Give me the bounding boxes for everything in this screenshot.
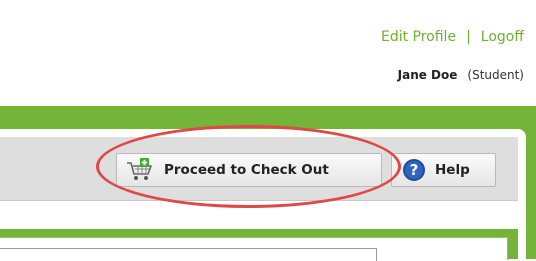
main-panel: Proceed to Check Out ? Help xyxy=(0,129,526,261)
header-separator: | xyxy=(466,29,471,45)
help-label: Help xyxy=(435,162,470,178)
content-box xyxy=(0,248,377,261)
svg-text:?: ? xyxy=(410,161,419,179)
edit-profile-link[interactable]: Edit Profile xyxy=(381,29,456,45)
checkout-label: Proceed to Check Out xyxy=(164,162,329,178)
logoff-link[interactable]: Logoff xyxy=(481,29,524,45)
user-role: (Student) xyxy=(467,68,524,82)
help-button[interactable]: ? Help xyxy=(391,153,496,187)
proceed-to-checkout-button[interactable]: Proceed to Check Out xyxy=(116,153,382,187)
user-info: Jane Doe (Student) xyxy=(398,68,524,82)
content-frame xyxy=(0,229,518,261)
toolbar: Proceed to Check Out ? Help xyxy=(0,137,518,201)
header-links: Edit Profile | Logoff xyxy=(381,29,524,45)
cart-add-icon xyxy=(125,158,155,182)
question-circle-icon: ? xyxy=(402,158,426,182)
user-name: Jane Doe xyxy=(397,68,458,82)
content-area xyxy=(0,237,508,261)
